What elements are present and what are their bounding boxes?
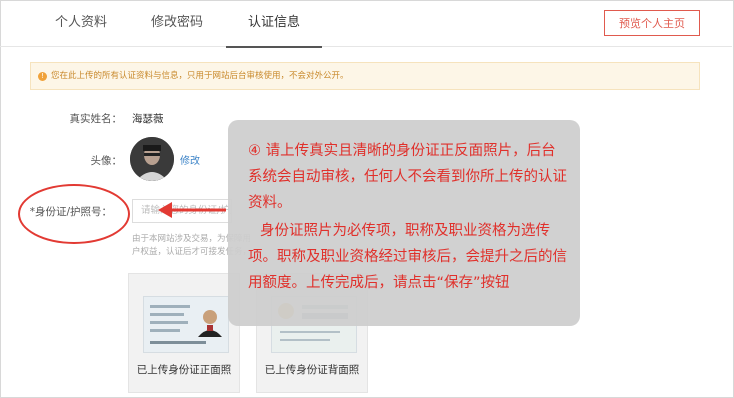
- avatar-label: 头像：: [90, 155, 123, 167]
- id-front-upload[interactable]: 已上传身份证正面照: [128, 273, 240, 393]
- real-name-value: 海瑟薇: [132, 113, 164, 125]
- id-back-caption: 已上传身份证背面照: [264, 364, 360, 376]
- instruction-overlay: ④ 请上传真实且清晰的身份证正反面照片，后台系统会自动审核，任何人不会看到你所上…: [228, 120, 580, 326]
- instruction-paragraph-2: 身份证照片为必传项，职称及职业资格为选传项。职称及职业资格经过审核后，会提升之后…: [248, 223, 567, 291]
- avatar-edit-link[interactable]: 修改: [180, 152, 200, 167]
- id-front-caption: 已上传身份证正面照: [136, 364, 232, 376]
- red-arrow-icon: [158, 202, 226, 218]
- tab-verification[interactable]: 认证信息: [226, 0, 322, 48]
- info-notice: ! 您在此上传的所有认证资料与信息，只用于网站后台审核使用，不会对外公开。: [30, 62, 700, 90]
- preview-homepage-button[interactable]: 预览个人主页: [604, 10, 700, 36]
- real-name-label: 真实姓名：: [69, 113, 123, 125]
- id-card-front-image: [143, 296, 229, 353]
- info-icon: !: [38, 72, 47, 81]
- avatar-photo: [130, 137, 174, 181]
- id-front-illustration: [144, 297, 228, 352]
- tab-bar: 个人资料 修改密码 认证信息 预览个人主页: [0, 0, 732, 48]
- id-number-label: *身份证/护照号：: [29, 206, 112, 218]
- avatar: [130, 137, 174, 181]
- notice-text: 您在此上传的所有认证资料与信息，只用于网站后台审核使用，不会对外公开。: [51, 71, 349, 81]
- instruction-paragraph-1: ④ 请上传真实且清晰的身份证正反面照片，后台系统会自动审核，任何人不会看到你所上…: [248, 143, 567, 211]
- tab-profile[interactable]: 个人资料: [52, 0, 110, 46]
- tab-change-password[interactable]: 修改密码: [148, 0, 206, 46]
